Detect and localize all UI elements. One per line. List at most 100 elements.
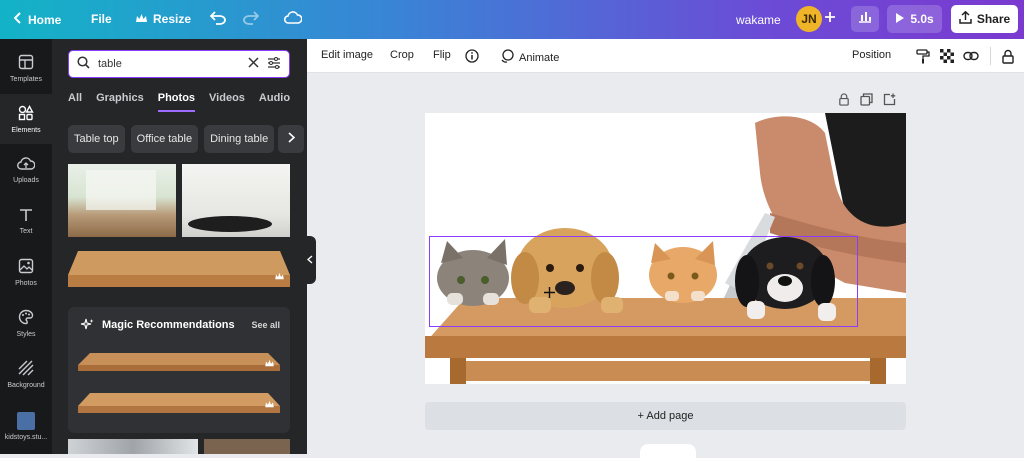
chevron-right-icon xyxy=(287,130,295,148)
resize-label: Resize xyxy=(153,12,192,26)
rail-label: Elements xyxy=(11,126,41,134)
upload-icon xyxy=(959,10,972,27)
premium-crown-icon xyxy=(265,395,274,413)
home-button[interactable]: Home xyxy=(13,12,62,27)
animate-button[interactable]: Animate xyxy=(500,49,559,66)
tab-audio[interactable]: Audio xyxy=(259,92,290,112)
search-icon xyxy=(77,56,90,72)
design-title[interactable]: wakame xyxy=(736,13,781,27)
pages-drawer-handle[interactable] xyxy=(640,444,696,458)
edit-image-button[interactable]: Edit image xyxy=(321,49,373,61)
file-menu[interactable]: File xyxy=(91,12,112,26)
tab-videos[interactable]: Videos xyxy=(209,92,245,112)
tab-photos[interactable]: Photos xyxy=(157,92,196,112)
avatar[interactable]: JN xyxy=(796,6,822,32)
search-box[interactable] xyxy=(68,50,290,78)
page-tools xyxy=(838,93,896,111)
tab-all[interactable]: All xyxy=(68,92,82,112)
rail-label: kidstoys.stu... xyxy=(4,433,48,441)
rail-item-brand[interactable]: kidstoys.stu... xyxy=(0,401,52,451)
background-icon xyxy=(18,360,34,378)
premium-crown-icon xyxy=(265,354,274,372)
search-input[interactable] xyxy=(98,58,240,70)
rail-item-styles[interactable]: Styles xyxy=(0,298,52,348)
redo-button[interactable] xyxy=(243,11,260,28)
link-icon[interactable] xyxy=(962,47,980,65)
duration-label: 5.0s xyxy=(910,12,934,26)
present-button[interactable]: 5.0s xyxy=(887,5,942,33)
file-label: File xyxy=(91,12,112,26)
flip-button[interactable]: Flip xyxy=(433,49,451,61)
window-light xyxy=(86,170,156,210)
bar-chart-icon xyxy=(858,10,872,28)
add-page-button[interactable]: + Add page xyxy=(425,402,906,430)
info-icon[interactable] xyxy=(463,47,481,65)
photo-result[interactable] xyxy=(68,164,176,237)
cloud-icon xyxy=(283,11,303,27)
collapse-panel-button[interactable] xyxy=(304,236,316,284)
rail-item-photos[interactable]: Photos xyxy=(0,247,52,297)
animate-icon xyxy=(500,49,514,66)
brand-thumbnail xyxy=(17,411,35,430)
crown-icon xyxy=(136,12,147,26)
photo-result[interactable] xyxy=(68,439,198,454)
add-page-icon[interactable] xyxy=(883,93,896,111)
chevron-left-icon xyxy=(306,251,313,269)
rail-item-text[interactable]: Text xyxy=(0,196,52,246)
invite-button[interactable] xyxy=(824,11,836,26)
elements-icon xyxy=(18,104,34,123)
animate-label: Animate xyxy=(519,51,560,64)
duplicate-page-icon[interactable] xyxy=(860,93,873,111)
recommendation-item[interactable] xyxy=(78,351,280,373)
photo-result[interactable] xyxy=(204,439,290,454)
uploads-icon xyxy=(17,156,36,173)
toolbar-divider xyxy=(990,47,991,65)
position-button[interactable]: Position xyxy=(852,49,891,61)
cloud-save-button[interactable] xyxy=(283,11,303,27)
paint-roller-icon[interactable] xyxy=(914,47,932,65)
rail-label: Styles xyxy=(16,330,36,338)
premium-crown-icon xyxy=(275,267,284,285)
sparkle-icon xyxy=(80,318,94,337)
chevron-left-icon xyxy=(13,12,22,27)
undo-icon xyxy=(209,11,226,28)
undo-button[interactable] xyxy=(209,11,226,28)
tab-graphics[interactable]: Graphics xyxy=(96,92,144,112)
photo-result[interactable] xyxy=(182,164,290,237)
magic-title: Magic Recommendations xyxy=(102,319,235,331)
rail-item-uploads[interactable]: Uploads xyxy=(0,145,52,195)
top-bar: Home File Resize wakame JN 5.0s Share xyxy=(0,0,1024,39)
rail-item-background[interactable]: Background xyxy=(0,349,52,399)
lock-icon[interactable] xyxy=(999,47,1017,65)
selection-box[interactable] xyxy=(429,236,858,327)
transparency-icon[interactable] xyxy=(938,47,956,65)
insights-button[interactable] xyxy=(851,6,879,32)
see-all-link[interactable]: See all xyxy=(251,320,280,330)
share-label: Share xyxy=(976,12,1011,26)
rail-label: Templates xyxy=(10,75,42,83)
chips-next-button[interactable] xyxy=(278,125,304,153)
clear-search-icon[interactable] xyxy=(248,57,259,71)
chip-table-top[interactable]: Table top xyxy=(68,125,125,153)
rail-item-templates[interactable]: Templates xyxy=(0,43,52,93)
play-icon xyxy=(895,12,905,27)
photos-icon xyxy=(18,258,34,276)
category-tabs: All Graphics Photos Videos Audio xyxy=(68,92,304,112)
share-button[interactable]: Share xyxy=(951,5,1018,33)
recommendation-item[interactable] xyxy=(78,391,280,415)
context-toolbar: Edit image Crop Flip Animate Position xyxy=(307,39,1024,73)
filter-icon[interactable] xyxy=(267,56,281,72)
move-cursor-icon xyxy=(544,285,555,303)
lock-page-icon[interactable] xyxy=(838,93,850,111)
chip-office-table[interactable]: Office table xyxy=(130,125,199,153)
left-rail: Templates Elements Uploads Text Photos S… xyxy=(0,39,52,454)
home-label: Home xyxy=(28,12,62,27)
magic-recommendations: Magic Recommendations See all xyxy=(68,307,290,433)
photo-result[interactable] xyxy=(68,247,290,289)
rail-item-elements[interactable]: Elements xyxy=(0,94,52,144)
rail-label: Text xyxy=(19,227,33,235)
chip-dining-table[interactable]: Dining table xyxy=(204,125,275,153)
resize-button[interactable]: Resize xyxy=(136,12,191,26)
crop-button[interactable]: Crop xyxy=(390,49,414,61)
rail-label: Photos xyxy=(15,279,37,287)
